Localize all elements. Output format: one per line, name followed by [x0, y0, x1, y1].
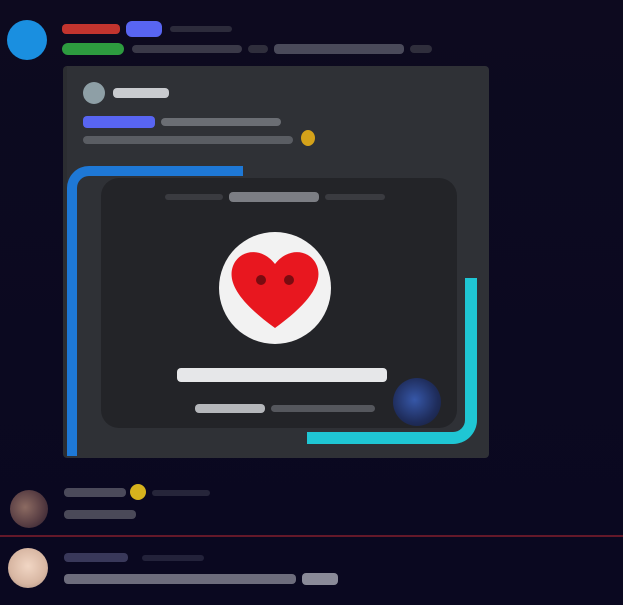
embed-image[interactable]: [67, 162, 485, 456]
timestamp: [170, 26, 232, 32]
card-subtitle-strong: [195, 404, 265, 413]
card-title: [177, 368, 387, 382]
content-text-block-3: [410, 45, 432, 53]
welcome-avatar: [219, 232, 331, 344]
bot-avatar-icon[interactable]: [7, 20, 47, 60]
emoji-icon: [301, 130, 315, 146]
message-3-mention[interactable]: [302, 573, 338, 585]
message-3-content: [64, 574, 296, 584]
mention-chip[interactable]: [83, 116, 155, 128]
message-content-line: [62, 41, 442, 57]
bot-tag: [126, 21, 162, 37]
content-text-block-2: [248, 45, 268, 53]
message-2-emoji-icon: [130, 484, 146, 500]
member-avatar-icon-2[interactable]: [8, 548, 48, 588]
embed-author-icon: [83, 82, 105, 104]
content-text-block: [132, 45, 242, 53]
embed-author[interactable]: [113, 88, 169, 98]
message-2-timestamp: [152, 490, 210, 496]
message-2-content: [64, 510, 136, 519]
card-header-left: [165, 194, 223, 200]
embed: [63, 66, 489, 458]
welcome-card: [101, 178, 457, 428]
server-emblem-icon: [393, 378, 441, 426]
new-messages-divider: [0, 535, 623, 537]
description-line-1: [161, 118, 281, 126]
heart-icon: [231, 252, 319, 328]
description-line-2: [83, 136, 293, 144]
embed-description: [83, 116, 323, 150]
content-link[interactable]: [274, 44, 404, 54]
member-avatar-icon[interactable]: [10, 490, 48, 528]
message-3-timestamp: [142, 555, 204, 561]
card-subtitle-light: [271, 405, 375, 412]
username[interactable]: [62, 24, 120, 34]
role-badge: [62, 43, 124, 55]
card-header-center: [229, 192, 319, 202]
message-2-username[interactable]: [64, 488, 126, 497]
message-header: [62, 20, 242, 38]
message-3-username[interactable]: [64, 553, 128, 562]
card-header-right: [325, 194, 385, 200]
